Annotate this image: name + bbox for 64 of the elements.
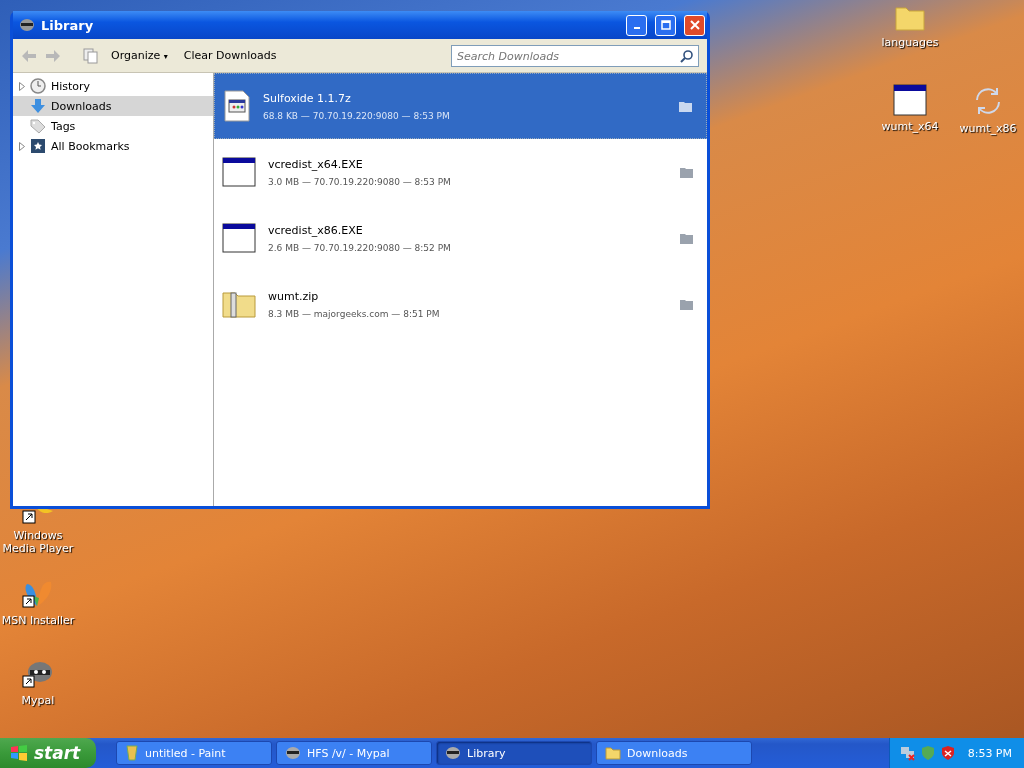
minimize-icon [633, 27, 640, 29]
file-icon [223, 90, 251, 122]
taskbar-button[interactable]: Downloads [596, 741, 752, 765]
folder-icon [605, 746, 621, 760]
folder-icon[interactable] [679, 100, 692, 112]
sidebar-item[interactable]: Tags [13, 116, 213, 136]
window-title: Library [41, 17, 94, 33]
shield-icon[interactable] [939, 745, 956, 761]
desktop-icon-label[interactable]: MSN Installer [1, 614, 75, 627]
close-button[interactable] [684, 14, 705, 36]
file-name: wumt.zip [268, 289, 320, 303]
sidebar-item[interactable]: Downloads [13, 96, 213, 116]
expand-arrow-icon[interactable] [19, 141, 25, 151]
desktop-icon-label[interactable]: wumt_x86 [959, 122, 1017, 135]
clock-text: 8:53 PM [967, 746, 1012, 760]
taskbar-button[interactable]: HFS /v/ - Mypal [276, 741, 432, 765]
down-arrow-icon [30, 98, 46, 114]
file-name: vcredist_x86.EXE [268, 223, 364, 237]
search-icon[interactable] [680, 49, 693, 63]
pages-icon [83, 47, 99, 64]
file-details: 3.0 MB — 70.70.19.220:9080 — 8:53 PM [268, 176, 452, 187]
window-icon [222, 157, 256, 187]
maximize-icon [660, 20, 671, 30]
desktop-icon-label[interactable]: languages [881, 36, 939, 49]
desktop-icon-label[interactable]: wumt_x64 [881, 120, 939, 133]
file-name: vcredist_x64.EXE [268, 157, 364, 171]
raccoon-icon [445, 746, 461, 760]
star-book-icon [30, 138, 46, 154]
raccoon-icon [285, 746, 301, 760]
maximize-button[interactable] [655, 14, 676, 36]
download-row[interactable]: Sulfoxide 1.1.7z 68.8 KB — 70.70.19.220:9080 — 8:53 PM [214, 73, 707, 139]
download-row[interactable]: vcredist_x86.EXE 2.6 MB — 70.70.19.220:9080 — 8:52 PM [214, 205, 707, 271]
download-row[interactable]: wumt.zip 8.3 MB — majorgeeks.com — 8:51 PM [214, 271, 707, 337]
expand-arrow-icon[interactable] [19, 81, 25, 91]
file-name: Sulfoxide 1.1.7z [263, 91, 352, 105]
paint-bucket-icon [125, 745, 139, 761]
folder-icon[interactable] [680, 298, 693, 310]
file-details: 2.6 MB — 70.70.19.220:9080 — 8:52 PM [268, 242, 452, 253]
file-details: 68.8 KB — 70.70.19.220:9080 — 8:53 PM [263, 110, 451, 121]
sidebar-item[interactable]: All Bookmarks [13, 136, 213, 156]
sidebar-item[interactable]: History [13, 76, 213, 96]
zipped-folder-icon [222, 290, 256, 318]
clock-icon [30, 78, 46, 94]
raccoon-icon [19, 18, 35, 32]
organize-menu-button[interactable]: Organize ▾ [107, 47, 172, 64]
window-icon [222, 223, 256, 253]
file-details: 8.3 MB — majorgeeks.com — 8:51 PM [268, 308, 441, 319]
search-field[interactable]: Search Downloads [451, 45, 699, 67]
folder-icon[interactable] [680, 166, 693, 178]
desktop-icon-label[interactable]: Mypal [21, 694, 55, 707]
folder-icon[interactable] [894, 4, 926, 32]
minimize-button[interactable] [626, 14, 647, 36]
taskbar-button[interactable]: Library [436, 741, 592, 765]
desktop-icon-label[interactable]: Windows Media Player [0, 529, 76, 555]
window-icon[interactable] [893, 84, 927, 116]
clear-downloads-button[interactable]: Clear Downloads [179, 47, 281, 64]
tag-icon [30, 118, 46, 134]
windows-flag-icon [10, 745, 28, 761]
download-row[interactable]: vcredist_x64.EXE 3.0 MB — 70.70.19.220:9080 — 8:53 PM [214, 139, 707, 205]
close-icon [689, 20, 700, 30]
network-icon[interactable] [899, 745, 916, 761]
start-button[interactable]: start [0, 738, 96, 768]
folder-icon[interactable] [680, 232, 693, 244]
taskbar-button[interactable]: untitled - Paint [116, 741, 272, 765]
